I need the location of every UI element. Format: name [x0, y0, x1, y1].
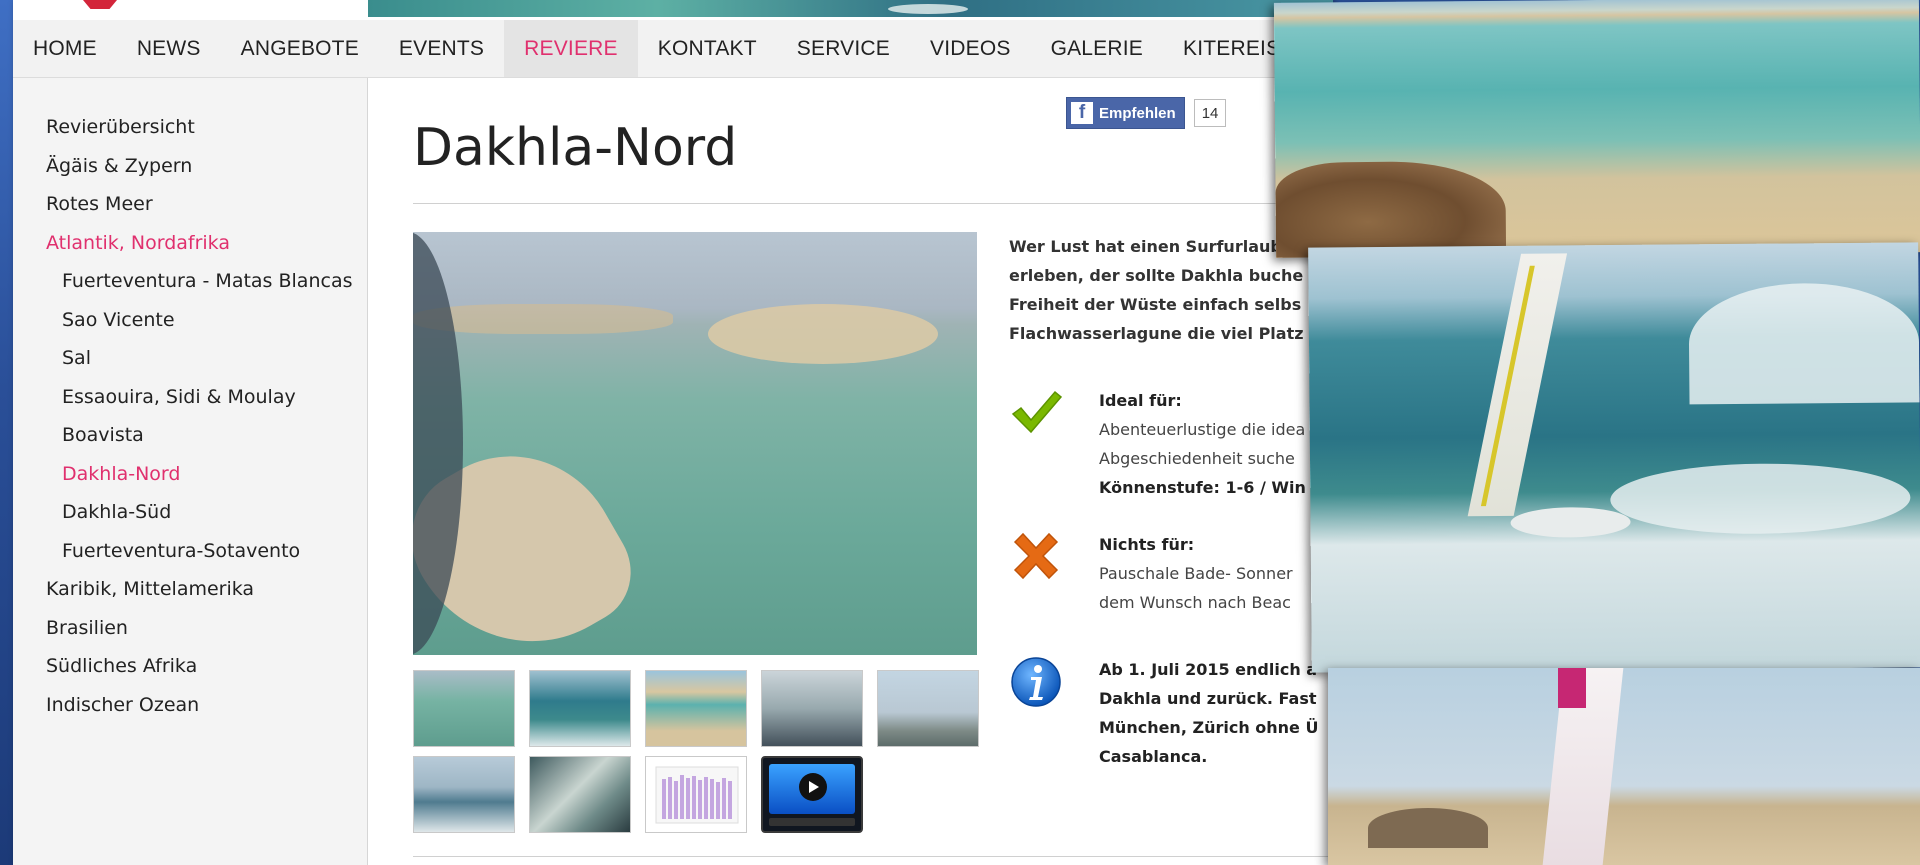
sidebar-item-dakhla-nord[interactable]: Dakhla-Nord [13, 455, 367, 494]
sidebar: Revierübersicht Ägäis & Zypern Rotes Mee… [13, 78, 368, 865]
main-content: f Empfehlen 14 Dakhla-Nord Wer Lust hat … [368, 78, 1333, 865]
ideal-skill-level: Könnenstufe: 1-6 / Win [1099, 478, 1306, 497]
info-line-4: Casablanca. [1099, 747, 1208, 766]
nav-videos[interactable]: VIDEOS [910, 20, 1031, 77]
sidebar-item-sao-vicente[interactable]: Sao Vicente [13, 301, 367, 340]
overlay-photo-wave-windsurfer [1308, 242, 1920, 673]
checkmark-icon [1009, 386, 1063, 440]
nav-service[interactable]: SERVICE [777, 20, 910, 77]
main-photo[interactable] [413, 232, 977, 655]
bottom-divider [413, 856, 1333, 857]
sidebar-item-brasilien[interactable]: Brasilien [13, 609, 367, 648]
nav-reviere[interactable]: REVIERE [504, 20, 638, 77]
facebook-like-button[interactable]: f Empfehlen [1066, 97, 1185, 129]
sidebar-item-karibik[interactable]: Karibik, Mittelamerika [13, 570, 367, 609]
sidebar-item-boavista[interactable]: Boavista [13, 416, 367, 455]
page-title: Dakhla-Nord [413, 118, 738, 178]
wind-statistics-chart-icon [655, 766, 739, 824]
website-window: HOME NEWS ANGEBOTE EVENTS REVIERE KONTAK… [13, 0, 1333, 865]
info-line-1: Ab 1. Juli 2015 endlich a [1099, 660, 1318, 679]
thumbnail-wave-windsurf[interactable] [529, 670, 631, 747]
title-divider [413, 203, 1333, 204]
facebook-icon: f [1071, 102, 1093, 124]
overlay-photo-beach [1273, 0, 1920, 258]
sidebar-item-fuerteventura-matas-blancas[interactable]: Fuerteventura - Matas Blancas [13, 262, 367, 301]
thumbnail-wind-chart[interactable] [645, 756, 747, 833]
overlay-photo-pink-sail [1328, 668, 1920, 865]
region-menu: Revierübersicht Ägäis & Zypern Rotes Mee… [13, 78, 367, 724]
header-strip [13, 0, 1333, 18]
sidebar-item-revieruebersicht[interactable]: Revierübersicht [13, 108, 367, 147]
cross-icon [1009, 530, 1063, 584]
thumbnail-aerial[interactable] [529, 756, 631, 833]
ideal-line-1: Abenteuerlustige die idea [1099, 420, 1306, 439]
info-line-2: Dakhla und zurück. Fast [1099, 689, 1317, 708]
nav-angebote[interactable]: ANGEBOTE [221, 20, 379, 77]
thumbnail-jump[interactable] [413, 756, 515, 833]
sidebar-item-aegaeis-zypern[interactable]: Ägäis & Zypern [13, 147, 367, 186]
nav-events[interactable]: EVENTS [379, 20, 504, 77]
facebook-like-widget: f Empfehlen 14 [1066, 97, 1227, 129]
main-nav: HOME NEWS ANGEBOTE EVENTS REVIERE KONTAK… [13, 20, 1333, 78]
sidebar-item-suedliches-afrika[interactable]: Südliches Afrika [13, 647, 367, 686]
nichts-heading: Nichts für: [1099, 535, 1195, 554]
ideal-line-2: Abgeschiedenheit suche [1099, 449, 1295, 468]
facebook-like-label: Empfehlen [1099, 104, 1176, 122]
info-icon [1009, 655, 1063, 709]
sidebar-item-atlantik-nordafrika[interactable]: Atlantik, Nordafrika [13, 224, 367, 263]
info-line-3: München, Zürich ohne Ü [1099, 718, 1319, 737]
nav-galerie[interactable]: GALERIE [1031, 20, 1163, 77]
sidebar-item-dakhla-sued[interactable]: Dakhla-Süd [13, 493, 367, 532]
sidebar-item-fuerteventura-sotavento[interactable]: Fuerteventura-Sotavento [13, 532, 367, 571]
thumbnail-beach[interactable] [645, 670, 747, 747]
thumbnail-pink-sail[interactable] [877, 670, 979, 747]
facebook-like-count: 14 [1193, 99, 1227, 127]
nav-home[interactable]: HOME [13, 20, 117, 77]
play-icon[interactable] [799, 773, 827, 801]
thumbnail-windsurfer-flat[interactable] [761, 670, 863, 747]
thumbnail-lagoon[interactable] [413, 670, 515, 747]
sidebar-item-essaouira[interactable]: Essaouira, Sidi & Moulay [13, 378, 367, 417]
nav-kontakt[interactable]: KONTAKT [638, 20, 777, 77]
logo[interactable] [83, 0, 117, 9]
thumbnail-video[interactable] [761, 756, 863, 833]
nichts-line-1: Pauschale Bade- Sonner [1099, 564, 1293, 583]
ideal-heading: Ideal für: [1099, 391, 1182, 410]
nichts-line-2: dem Wunsch nach Beac [1099, 593, 1291, 612]
video-controls [769, 818, 855, 826]
nav-news[interactable]: NEWS [117, 20, 221, 77]
sidebar-item-sal[interactable]: Sal [13, 339, 367, 378]
header-banner-image [368, 0, 1333, 17]
sidebar-item-rotes-meer[interactable]: Rotes Meer [13, 185, 367, 224]
sidebar-item-indischer-ozean[interactable]: Indischer Ozean [13, 686, 367, 725]
